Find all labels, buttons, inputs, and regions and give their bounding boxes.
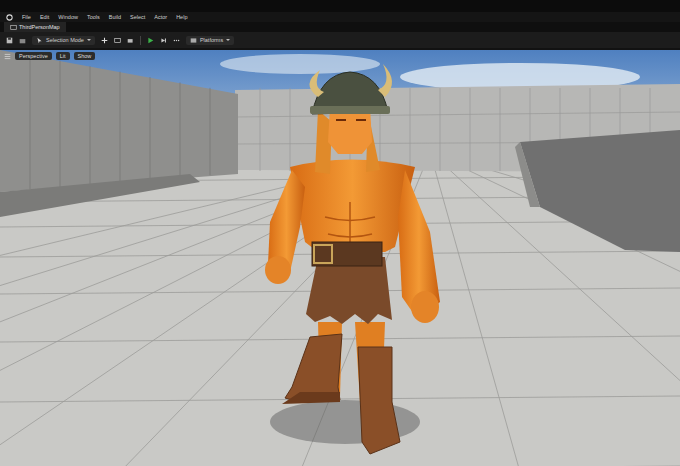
menu-item[interactable]: Window <box>58 14 78 20</box>
editor-window: FileEditWindowToolsBuildSelectActorHelp … <box>0 0 680 466</box>
scene-render <box>0 50 680 466</box>
ramp <box>520 130 680 252</box>
cursor-icon <box>36 37 43 44</box>
level-viewport[interactable]: Perspective Lit Show <box>0 50 680 466</box>
content-icon[interactable] <box>19 37 26 44</box>
platforms-dropdown[interactable]: Platforms <box>186 36 234 45</box>
viewport-button[interactable]: Show <box>74 52 96 60</box>
menu-item[interactable]: Tools <box>87 14 100 20</box>
menu-item[interactable]: Build <box>109 14 121 20</box>
unreal-logo-icon[interactable] <box>6 14 13 21</box>
menu-icon[interactable] <box>4 53 11 60</box>
barbarian-character[interactable] <box>265 64 440 454</box>
level-tab[interactable]: ThirdPersonMap <box>4 22 66 32</box>
selection-mode-dropdown[interactable]: Selection Mode <box>32 36 95 45</box>
add-icon[interactable] <box>101 37 108 44</box>
cinematics-icon[interactable] <box>127 37 134 44</box>
menu-item[interactable]: Select <box>130 14 145 20</box>
low-block <box>0 174 200 217</box>
skip-icon[interactable] <box>160 37 167 44</box>
more-icon[interactable] <box>173 37 180 44</box>
menu-item[interactable]: File <box>22 14 31 20</box>
blueprint-icon[interactable] <box>114 37 121 44</box>
play-icon[interactable] <box>147 37 154 44</box>
menu-bar: File Edit Window Tools Build Select Actor Help <box>0 12 680 22</box>
platforms-icon <box>190 37 197 44</box>
viewport-button[interactable]: Perspective <box>15 52 52 60</box>
menu-item[interactable]: Edit <box>40 14 49 20</box>
menu-item[interactable]: Help <box>176 14 187 20</box>
viewport-button[interactable]: Lit <box>56 52 70 60</box>
save-icon[interactable] <box>6 37 13 44</box>
map-icon <box>10 24 17 31</box>
title-strip <box>0 0 680 12</box>
main-toolbar: Selection Mode Platforms <box>0 32 680 48</box>
left-wall <box>0 50 238 192</box>
menu-item[interactable]: Actor <box>154 14 167 20</box>
viewport-toolbar: Perspective Lit Show <box>4 52 95 60</box>
tab-bar: ThirdPersonMap <box>0 22 680 32</box>
